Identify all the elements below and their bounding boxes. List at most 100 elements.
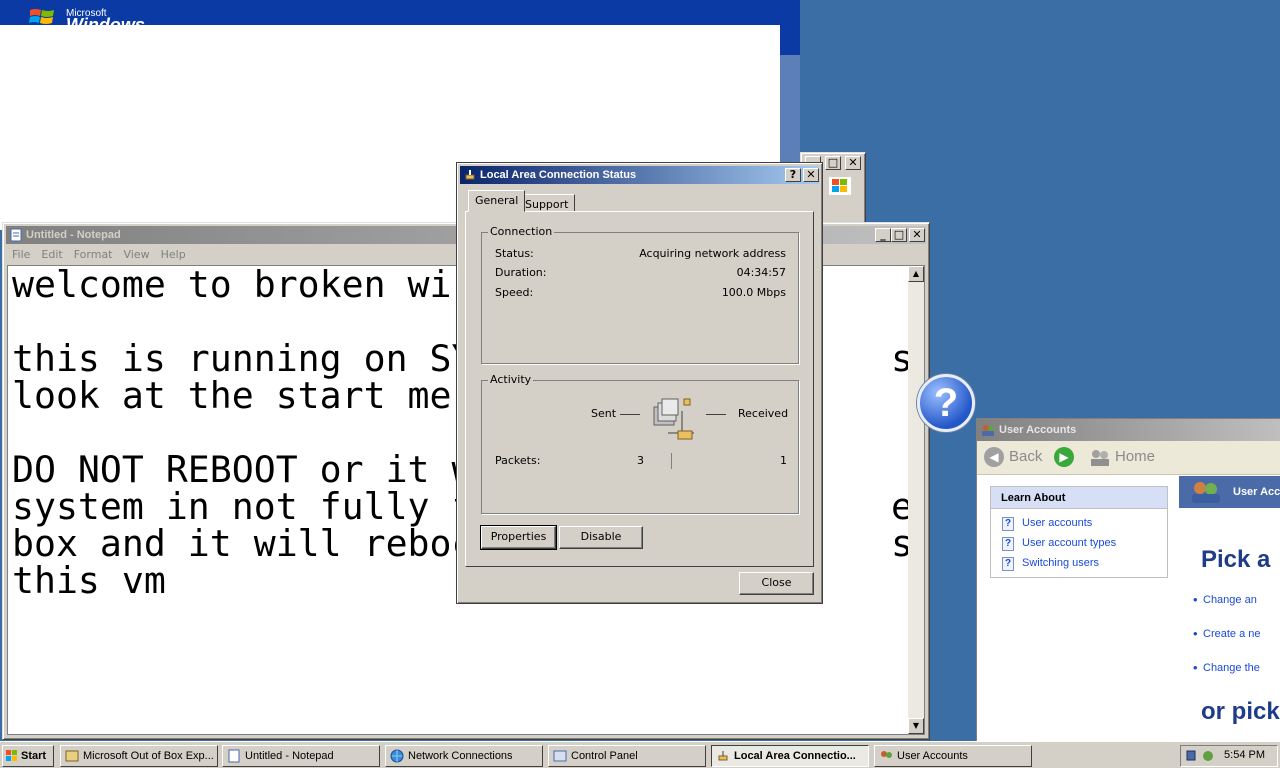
help-topic-icon: ? — [1002, 557, 1014, 571]
notepad-icon — [10, 228, 22, 242]
forward-arrow-icon[interactable]: ▶ — [1054, 447, 1074, 467]
status-row: Status: Acquiring network address — [495, 247, 786, 261]
task-change-account[interactable]: Change an — [1193, 592, 1257, 607]
sent-label: Sent — [591, 407, 617, 420]
status-label: Status: — [495, 247, 534, 260]
ua-banner: User Acc — [1179, 476, 1280, 508]
notepad-close-button[interactable]: ✕ — [909, 228, 925, 242]
menu-edit[interactable]: Edit — [35, 245, 67, 261]
user-accounts-icon — [881, 751, 892, 758]
taskbar-item-user-accounts[interactable]: User Accounts — [874, 745, 1032, 767]
network-activity-icon — [653, 398, 694, 440]
menu-help[interactable]: Help — [155, 245, 191, 261]
help-button[interactable]: ? — [785, 168, 801, 182]
notepad-title: Untitled - Notepad — [26, 229, 121, 241]
windows-flag-icon — [6, 750, 17, 761]
user-accounts-icon — [982, 425, 994, 436]
packets-divider — [671, 453, 672, 469]
task-change-logon[interactable]: Change the — [1193, 660, 1260, 675]
back-button[interactable]: Back — [1009, 448, 1042, 465]
taskbar-item-network-connections[interactable]: Network Connections — [385, 745, 543, 767]
speed-value: 100.0 Mbps — [721, 286, 786, 299]
taskbar: Start Microsoft Out of Box Exp... Untitl… — [0, 741, 1280, 768]
disable-button[interactable]: Disable — [559, 526, 643, 549]
activity-group: Activity Sent Received Packets: 3 1 — [481, 373, 799, 514]
start-button[interactable]: Start — [2, 745, 54, 767]
sent-line — [620, 414, 640, 415]
duration-label: Duration: — [495, 266, 547, 279]
help-topic-icon: ? — [1002, 537, 1014, 551]
close-button[interactable]: Close — [739, 572, 814, 595]
speed-label: Speed: — [495, 286, 534, 299]
user-accounts-titlebar[interactable]: User Accounts — [977, 419, 1280, 441]
ua-banner-title: User Acc — [1233, 486, 1280, 498]
ua-sidebar: Learn About ? User accounts ? User account… — [977, 476, 1179, 743]
ua-toolbar: ◀ Back ▶ Home — [977, 441, 1280, 475]
system-tray: 5:54 PM — [1180, 745, 1278, 767]
lan-status-dialog: Local Area Connection Status ? ✕ General… — [456, 162, 823, 604]
pick-account-heading: or pick — [1201, 698, 1280, 725]
pick-task-heading: Pick a — [1201, 546, 1271, 573]
user-accounts-window: User Accounts ◀ Back ▶ Home Learn About … — [976, 418, 1280, 744]
close-button[interactable]: ✕ — [845, 156, 861, 170]
lan-close-x-button[interactable]: ✕ — [803, 168, 819, 182]
lan-dialog-titlebar[interactable]: Local Area Connection Status — [460, 166, 819, 184]
general-tab-panel: Connection Status: Acquiring network add… — [465, 211, 814, 567]
duration-row: Duration: 04:34:57 — [495, 266, 786, 280]
packets-sent-value: 3 — [637, 454, 644, 467]
duration-value: 04:34:57 — [736, 266, 786, 279]
notepad-scrollbar[interactable]: ▲ ▼ — [908, 266, 924, 734]
taskbar-item-oobe[interactable]: Microsoft Out of Box Exp... — [60, 745, 218, 767]
network-icon — [465, 170, 475, 180]
learn-about-heading: Learn About — [991, 487, 1167, 509]
globe-icon — [390, 749, 404, 763]
scroll-down-button[interactable]: ▼ — [908, 718, 924, 734]
lan-dialog-title: Local Area Connection Status — [480, 169, 637, 181]
packets-received-value: 1 — [780, 454, 787, 467]
taskbar-item-lan-status[interactable]: Local Area Connectio... — [711, 745, 869, 767]
packets-label: Packets: — [495, 454, 541, 467]
help-question-icon[interactable]: ? — [917, 374, 975, 432]
connection-legend: Connection — [488, 225, 555, 238]
taskbar-item-control-panel[interactable]: Control Panel — [548, 745, 706, 767]
windows-flag-icon — [829, 177, 851, 195]
menu-file[interactable]: File — [6, 245, 35, 261]
task-create-account[interactable]: Create a ne — [1193, 626, 1261, 641]
windows-logo-icon — [29, 9, 54, 24]
network-icon — [718, 751, 728, 761]
connection-group: Connection Status: Acquiring network add… — [481, 225, 799, 364]
ua-main: User Acc Pick a Change an Create a ne Ch… — [1179, 476, 1280, 743]
clock[interactable]: 5:54 PM — [1224, 749, 1265, 761]
maximize-button[interactable]: □ — [825, 156, 841, 170]
oobe-icon — [65, 750, 79, 762]
link-user-account-types[interactable]: ? User account types — [1002, 537, 1116, 551]
tab-support[interactable]: Support — [518, 194, 576, 212]
speed-row: Speed: 100.0 Mbps — [495, 286, 786, 300]
home-button[interactable]: Home — [1115, 448, 1155, 465]
received-line — [706, 414, 726, 415]
menu-view[interactable]: View — [118, 245, 155, 261]
start-label: Start — [21, 750, 47, 762]
update-tray-icon[interactable] — [1201, 749, 1215, 763]
properties-button[interactable]: Properties — [480, 525, 557, 550]
learn-about-box: Learn About ? User accounts ? User account… — [990, 486, 1168, 578]
scroll-up-button[interactable]: ▲ — [908, 266, 924, 282]
status-value: Acquiring network address — [639, 247, 786, 260]
link-switching-users[interactable]: ? Switching users — [1002, 557, 1099, 571]
menu-format[interactable]: Format — [68, 245, 118, 261]
activity-legend: Activity — [488, 373, 534, 386]
home-icon[interactable] — [1089, 448, 1111, 468]
back-arrow-icon[interactable]: ◀ — [984, 447, 1004, 467]
received-label: Received — [738, 407, 789, 420]
network-tray-icon[interactable] — [1185, 749, 1199, 763]
notepad-maximize-button[interactable]: □ — [891, 228, 907, 242]
tab-general[interactable]: General — [468, 190, 526, 212]
oobe-brand-wordmark: Windowsxp — [66, 15, 158, 25]
users-icon — [1192, 482, 1220, 503]
link-user-accounts[interactable]: ? User accounts — [1002, 517, 1092, 531]
notepad-minimize-button[interactable]: _ — [875, 228, 891, 242]
notepad-icon — [228, 749, 240, 763]
taskbar-item-notepad[interactable]: Untitled - Notepad — [222, 745, 380, 767]
help-topic-icon: ? — [1002, 517, 1014, 531]
control-panel-icon — [553, 750, 567, 762]
